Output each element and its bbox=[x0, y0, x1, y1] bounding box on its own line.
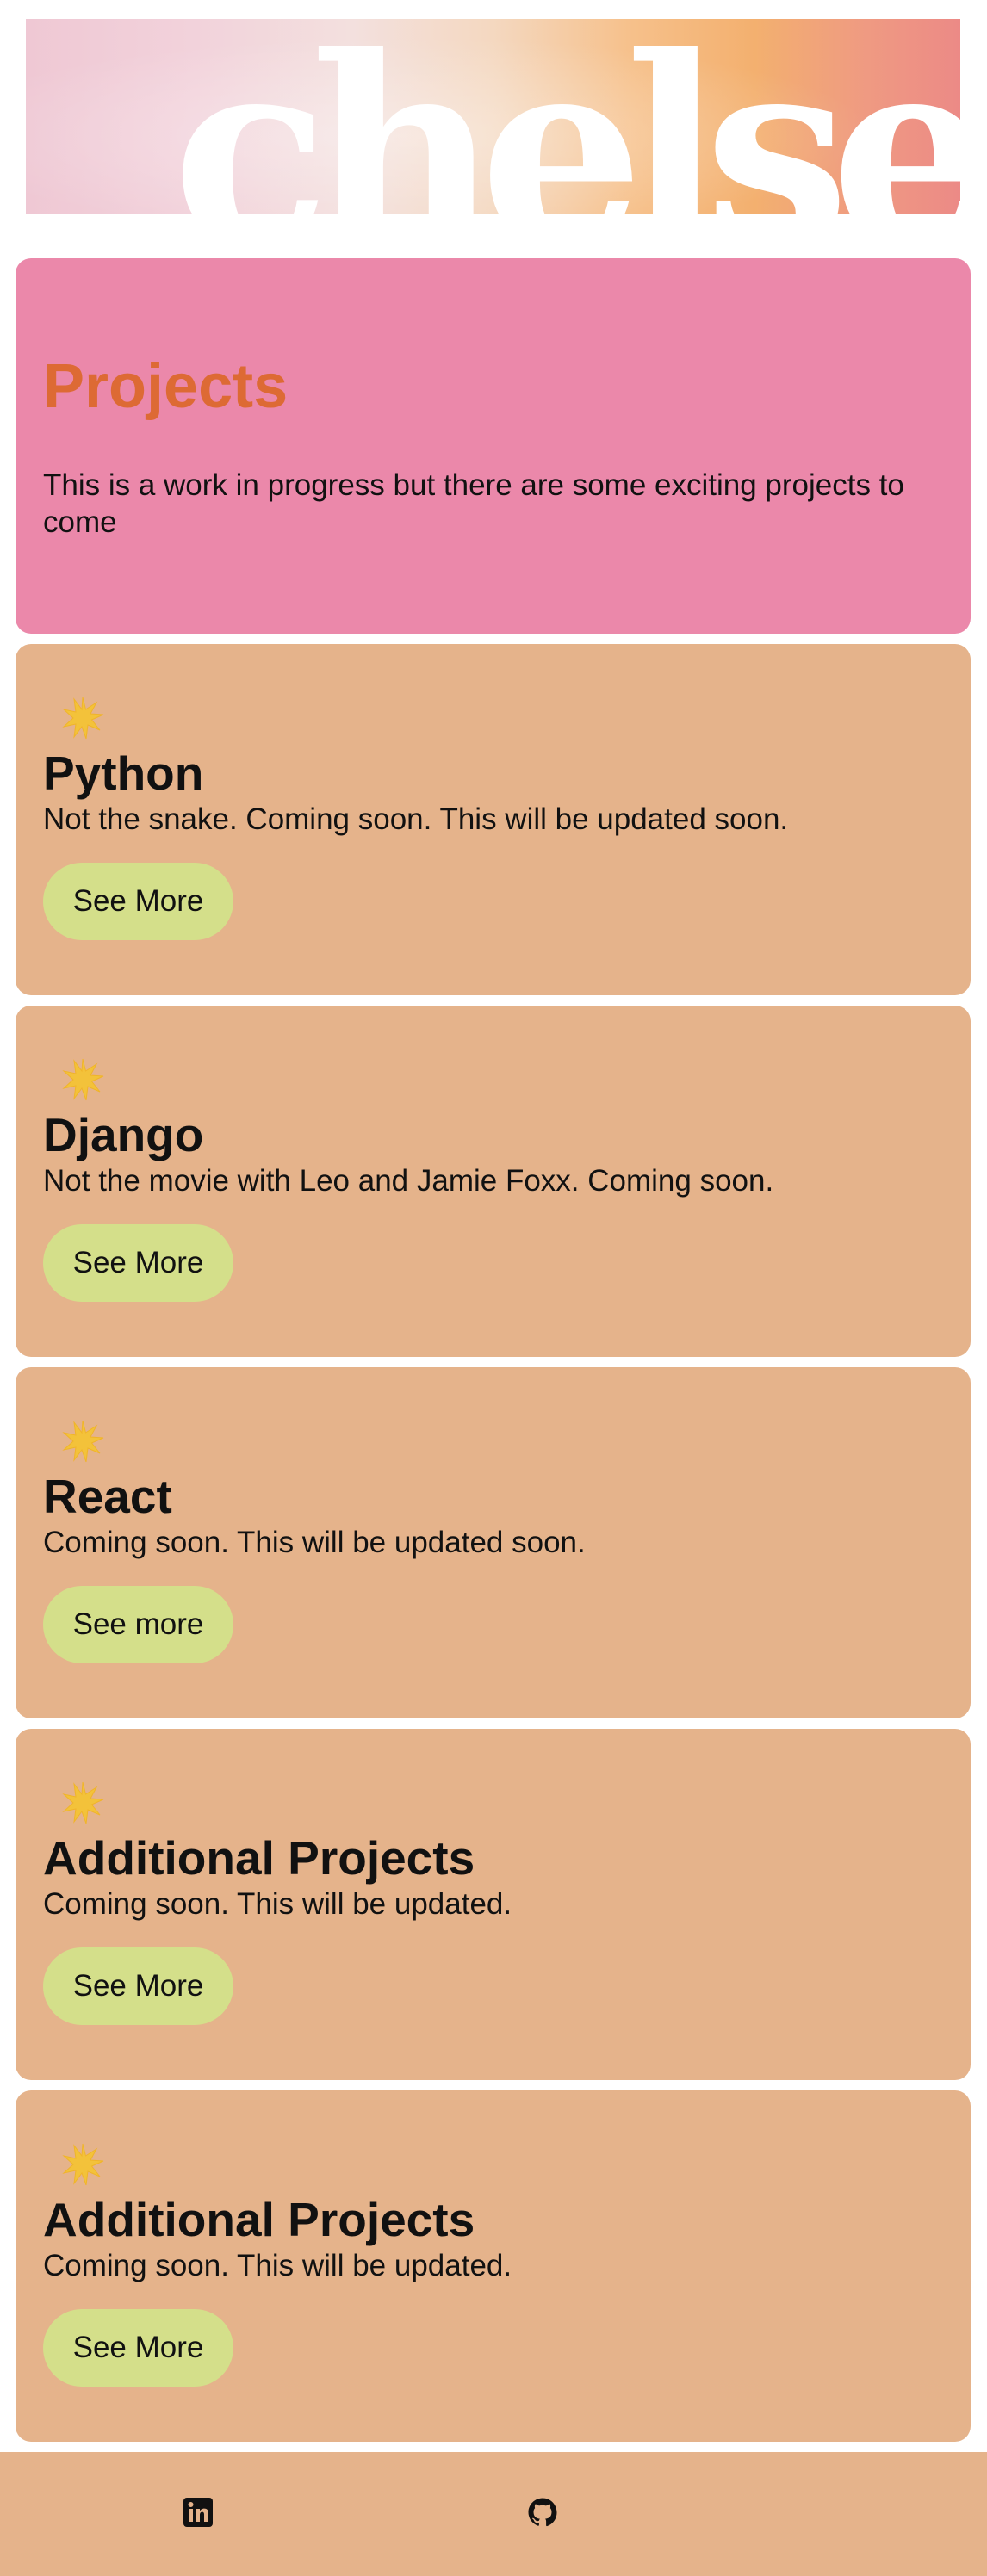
intro-text: This is a work in progress but there are… bbox=[43, 468, 904, 539]
project-description: Coming soon. This will be updated. bbox=[43, 2249, 512, 2282]
see-more-button[interactable]: See more bbox=[43, 1586, 233, 1663]
project-card: Additional Projects Coming soon. This wi… bbox=[16, 1729, 971, 2080]
project-card: Additional Projects Coming soon. This wi… bbox=[16, 2090, 971, 2442]
project-description: Not the snake. Coming soon. This will be… bbox=[43, 802, 789, 836]
brand-logo-text: chelsea bbox=[172, 19, 960, 214]
see-more-button[interactable]: See More bbox=[43, 2309, 233, 2387]
linkedin-icon[interactable] bbox=[183, 2497, 214, 2528]
star-icon bbox=[62, 697, 104, 740]
star-icon bbox=[62, 1420, 104, 1463]
project-title: Additional Projects bbox=[43, 1831, 475, 1885]
footer bbox=[0, 2452, 987, 2576]
see-more-button[interactable]: See More bbox=[43, 863, 233, 940]
github-icon[interactable] bbox=[527, 2497, 558, 2528]
project-description: Coming soon. This will be updated. bbox=[43, 1887, 512, 1921]
project-card: React Coming soon. This will be updated … bbox=[16, 1367, 971, 1718]
intro-card: Projects This is a work in progress but … bbox=[16, 258, 971, 634]
project-description: Coming soon. This will be updated soon. bbox=[43, 1526, 586, 1559]
project-title: Python bbox=[43, 746, 204, 800]
star-icon bbox=[62, 1781, 104, 1824]
project-title: Additional Projects bbox=[43, 2193, 475, 2246]
project-description: Not the movie with Leo and Jamie Foxx. C… bbox=[43, 1164, 774, 1198]
page-title: Projects bbox=[43, 352, 289, 421]
star-icon bbox=[62, 1058, 104, 1101]
project-title: React bbox=[43, 1470, 172, 1523]
see-more-button[interactable]: See More bbox=[43, 1224, 233, 1302]
star-icon bbox=[62, 2143, 104, 2186]
header-banner: chelsea bbox=[26, 19, 960, 214]
project-title: Django bbox=[43, 1108, 204, 1161]
project-card: Python Not the snake. Coming soon. This … bbox=[16, 644, 971, 995]
see-more-button[interactable]: See More bbox=[43, 1947, 233, 2025]
project-card: Django Not the movie with Leo and Jamie … bbox=[16, 1006, 971, 1357]
